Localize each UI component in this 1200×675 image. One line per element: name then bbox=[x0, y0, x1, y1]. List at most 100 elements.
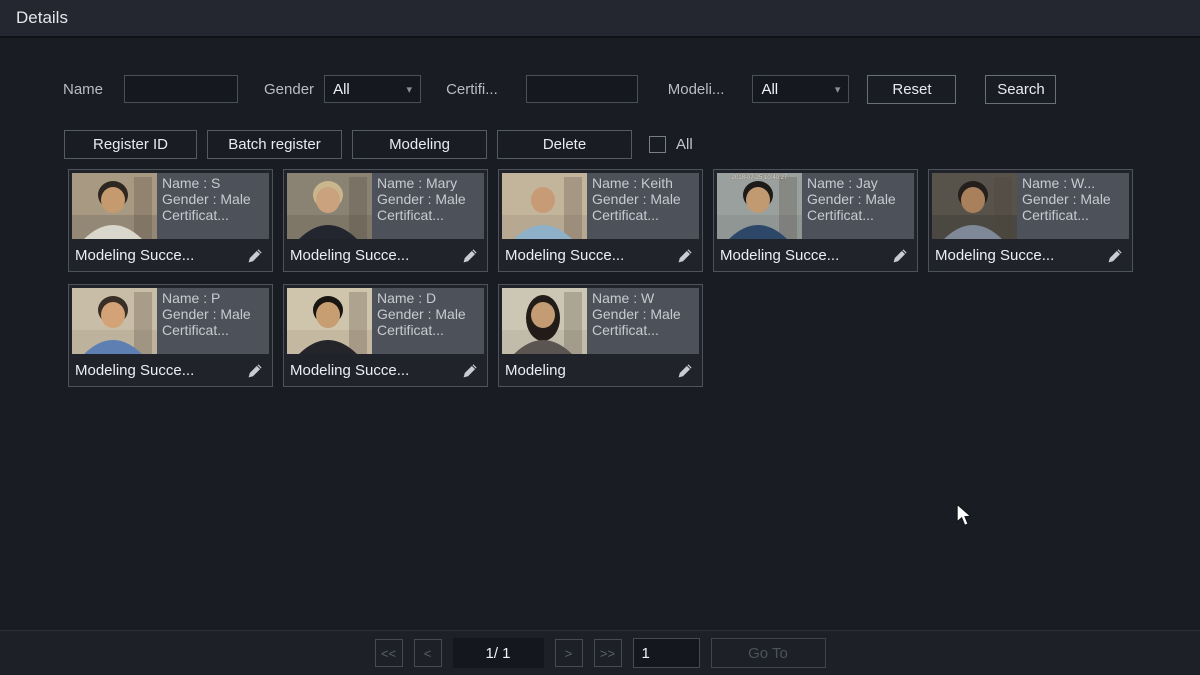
modeling-status: Modeling Succe... bbox=[75, 362, 194, 379]
face-photo bbox=[502, 173, 587, 239]
gender-select[interactable]: All ▾ bbox=[324, 75, 421, 103]
reset-button[interactable]: Reset bbox=[867, 75, 956, 104]
certificate-filter-label: Certifi... bbox=[446, 81, 498, 98]
face-photo bbox=[287, 173, 372, 239]
face-card[interactable]: Name : D Gender : Male Certificat... Mod… bbox=[283, 284, 488, 387]
first-page-button[interactable]: << bbox=[375, 639, 403, 667]
modeling-status: Modeling Succe... bbox=[290, 247, 409, 264]
face-name: Name : W bbox=[592, 290, 699, 306]
face-card-footer: Modeling bbox=[499, 355, 702, 386]
face-info: Name : Keith Gender : Male Certificat... bbox=[587, 173, 699, 239]
modeling-select[interactable]: All ▾ bbox=[752, 75, 849, 103]
photo-timestamp: 2018-07-25 10:40:27 bbox=[717, 175, 802, 181]
face-name: Name : W... bbox=[1022, 175, 1129, 191]
main-content: Name Gender All ▾ Certifi... Modeli... A… bbox=[0, 74, 1200, 387]
face-photo bbox=[72, 288, 157, 354]
face-card-footer: Modeling Succe... bbox=[69, 355, 272, 386]
face-certificate: Certificat... bbox=[592, 207, 699, 223]
face-name: Name : Jay bbox=[807, 175, 914, 191]
edit-pencil-icon[interactable] bbox=[247, 363, 263, 379]
modeling-button[interactable]: Modeling bbox=[352, 130, 487, 159]
edit-pencil-icon[interactable] bbox=[677, 363, 693, 379]
mouse-cursor-icon bbox=[955, 503, 977, 529]
modeling-filter-label: Modeli... bbox=[668, 81, 725, 98]
face-name: Name : P bbox=[162, 290, 269, 306]
face-card[interactable]: Name : W Gender : Male Certificat... Mod… bbox=[498, 284, 703, 387]
goto-button[interactable]: Go To bbox=[711, 638, 826, 668]
filter-row: Name Gender All ▾ Certifi... Modeli... A… bbox=[63, 74, 1200, 104]
face-card-footer: Modeling Succe... bbox=[929, 240, 1132, 271]
person-photo-placeholder bbox=[932, 173, 1017, 239]
face-card-footer: Modeling Succe... bbox=[714, 240, 917, 271]
face-card-top: Name : D Gender : Male Certificat... bbox=[287, 288, 484, 354]
face-card[interactable]: Name : Mary Gender : Male Certificat... … bbox=[283, 169, 488, 272]
page-indicator: 1/ 1 bbox=[453, 638, 544, 668]
face-card[interactable]: Name : W... Gender : Male Certificat... … bbox=[928, 169, 1133, 272]
gender-select-value: All bbox=[333, 81, 350, 98]
edit-pencil-icon[interactable] bbox=[462, 363, 478, 379]
face-certificate: Certificat... bbox=[377, 207, 484, 223]
face-card[interactable]: Name : P Gender : Male Certificat... Mod… bbox=[68, 284, 273, 387]
modeling-status: Modeling Succe... bbox=[290, 362, 409, 379]
modeling-select-value: All bbox=[761, 81, 778, 98]
certificate-filter-input[interactable] bbox=[526, 75, 638, 103]
batch-register-button[interactable]: Batch register bbox=[207, 130, 342, 159]
name-filter-label: Name bbox=[63, 81, 103, 98]
person-photo-placeholder bbox=[72, 173, 157, 239]
face-card-footer: Modeling Succe... bbox=[499, 240, 702, 271]
face-gender: Gender : Male bbox=[1022, 191, 1129, 207]
modeling-status: Modeling Succe... bbox=[505, 247, 624, 264]
edit-pencil-icon[interactable] bbox=[892, 248, 908, 264]
face-gender: Gender : Male bbox=[807, 191, 914, 207]
next-page-button[interactable]: > bbox=[555, 639, 583, 667]
face-card-top: Name : S Gender : Male Certificat... bbox=[72, 173, 269, 239]
face-certificate: Certificat... bbox=[162, 322, 269, 338]
register-id-button[interactable]: Register ID bbox=[64, 130, 197, 159]
face-gender: Gender : Male bbox=[377, 191, 484, 207]
face-card-top: Name : W Gender : Male Certificat... bbox=[502, 288, 699, 354]
face-card-footer: Modeling Succe... bbox=[69, 240, 272, 271]
face-gender: Gender : Male bbox=[162, 191, 269, 207]
page-title: Details bbox=[16, 8, 68, 28]
pagination-bar: << < 1/ 1 > >> Go To bbox=[0, 630, 1200, 675]
person-photo-placeholder bbox=[717, 173, 802, 239]
modeling-status: Modeling Succe... bbox=[935, 247, 1054, 264]
edit-pencil-icon[interactable] bbox=[677, 248, 693, 264]
face-info: Name : P Gender : Male Certificat... bbox=[157, 288, 269, 354]
chevron-down-icon: ▾ bbox=[835, 83, 841, 96]
person-photo-placeholder bbox=[502, 288, 587, 354]
face-info: Name : S Gender : Male Certificat... bbox=[157, 173, 269, 239]
details-window: Details Name Gender All ▾ Certifi... Mod… bbox=[0, 0, 1200, 387]
face-card[interactable]: Name : Keith Gender : Male Certificat...… bbox=[498, 169, 703, 272]
face-card[interactable]: 2018-07-25 10:40:27 Name : Jay Gender : … bbox=[713, 169, 918, 272]
face-certificate: Certificat... bbox=[592, 322, 699, 338]
face-info: Name : W... Gender : Male Certificat... bbox=[1017, 173, 1129, 239]
delete-button[interactable]: Delete bbox=[497, 130, 632, 159]
modeling-status: Modeling bbox=[505, 362, 566, 379]
person-photo-placeholder bbox=[502, 173, 587, 239]
face-card-footer: Modeling Succe... bbox=[284, 240, 487, 271]
face-gender: Gender : Male bbox=[592, 306, 699, 322]
last-page-button[interactable]: >> bbox=[594, 639, 622, 667]
edit-pencil-icon[interactable] bbox=[462, 248, 478, 264]
face-certificate: Certificat... bbox=[377, 322, 484, 338]
face-name: Name : Mary bbox=[377, 175, 484, 191]
face-card-footer: Modeling Succe... bbox=[284, 355, 487, 386]
goto-page-input[interactable] bbox=[633, 638, 700, 668]
face-card-top: Name : P Gender : Male Certificat... bbox=[72, 288, 269, 354]
name-filter-input[interactable] bbox=[124, 75, 238, 103]
face-info: Name : W Gender : Male Certificat... bbox=[587, 288, 699, 354]
modeling-status: Modeling Succe... bbox=[720, 247, 839, 264]
face-info: Name : D Gender : Male Certificat... bbox=[372, 288, 484, 354]
person-photo-placeholder bbox=[287, 288, 372, 354]
search-button[interactable]: Search bbox=[985, 75, 1056, 104]
face-card[interactable]: Name : S Gender : Male Certificat... Mod… bbox=[68, 169, 273, 272]
edit-pencil-icon[interactable] bbox=[247, 248, 263, 264]
chevron-down-icon: ▾ bbox=[407, 83, 413, 96]
gender-filter-label: Gender bbox=[264, 81, 314, 98]
action-row: Register ID Batch register Modeling Dele… bbox=[64, 130, 1200, 159]
face-gender: Gender : Male bbox=[592, 191, 699, 207]
prev-page-button[interactable]: < bbox=[414, 639, 442, 667]
edit-pencil-icon[interactable] bbox=[1107, 248, 1123, 264]
select-all-checkbox[interactable] bbox=[649, 136, 666, 153]
